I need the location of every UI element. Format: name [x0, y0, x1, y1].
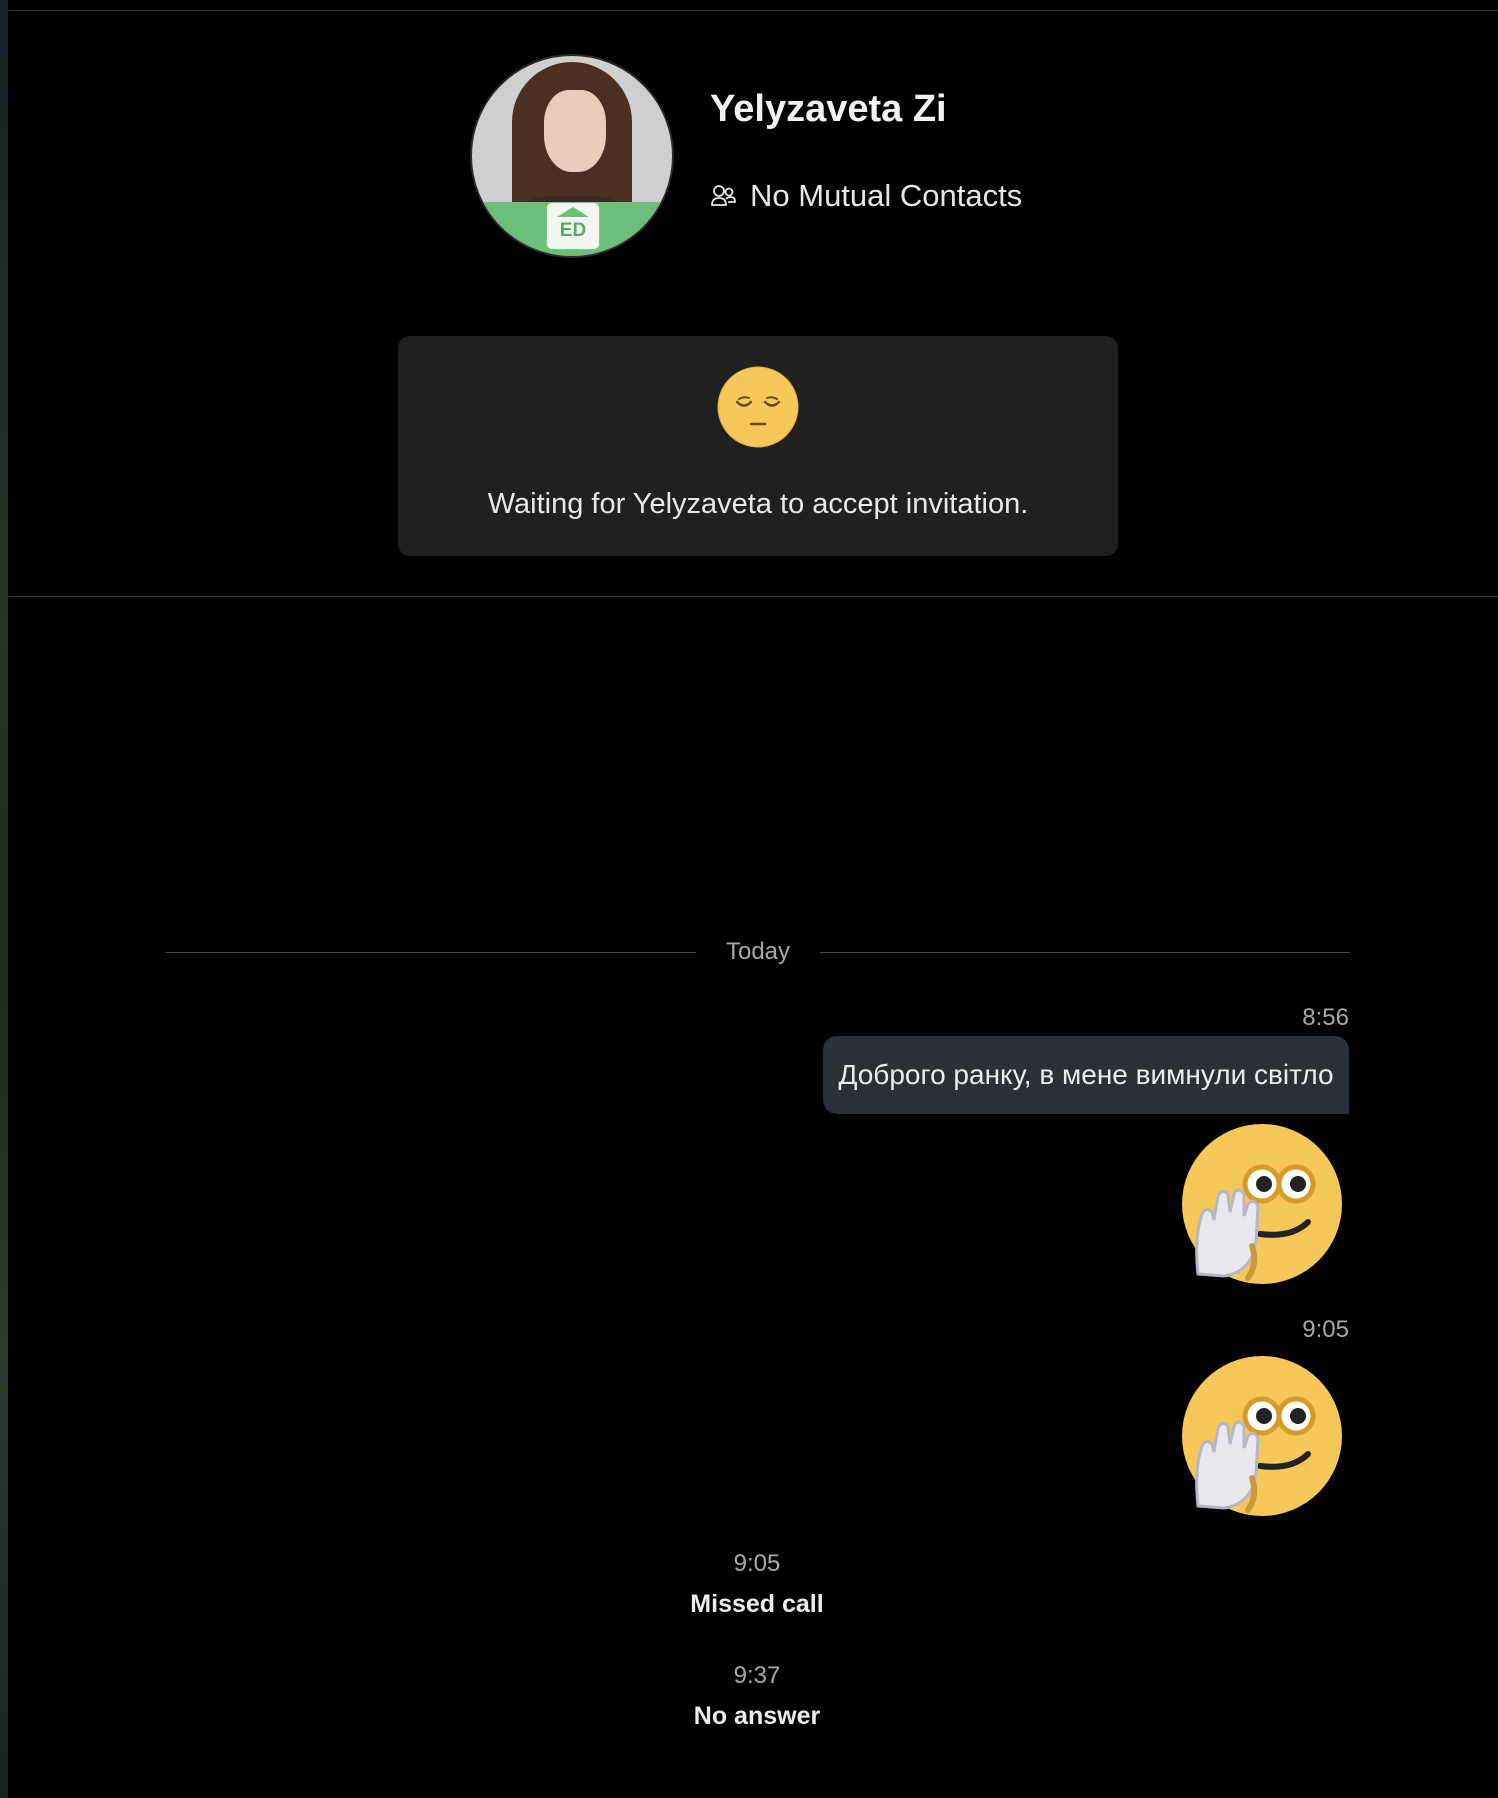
mutual-contacts[interactable]: No Mutual Contacts [710, 176, 1022, 216]
hand-over-mouth-sticker[interactable] [1180, 1354, 1344, 1518]
call-timestamp: 9:05 [733, 1550, 781, 1577]
date-divider-label: Today [725, 938, 791, 965]
people-icon [711, 185, 736, 206]
invitation-card: Waiting for Yelyzaveta to accept invitat… [398, 336, 1118, 556]
avatar-face [544, 90, 606, 172]
badge-roof [557, 207, 589, 217]
contact-name[interactable]: Yelyzaveta Zi [710, 88, 947, 131]
header-divider [8, 596, 1498, 597]
call-timestamp: 9:37 [733, 1662, 781, 1689]
message-bubble[interactable]: Доброго ранку, в мене вимнули світло [823, 1036, 1349, 1114]
date-divider-line-left [166, 952, 696, 953]
message-timestamp: 9:05 [1302, 1316, 1349, 1343]
relieved-face-icon [717, 366, 799, 448]
badge-label: ED [559, 220, 587, 241]
message-timestamp: 8:56 [1302, 1004, 1349, 1031]
org-badge-icon: ED [546, 202, 600, 250]
date-divider-line-right [820, 952, 1350, 953]
invitation-status-text: Waiting for Yelyzaveta to accept invitat… [487, 488, 1029, 520]
contact-avatar[interactable]: ED [470, 54, 674, 258]
mutual-contacts-label: No Mutual Contacts [750, 178, 1023, 213]
top-divider [8, 10, 1498, 11]
window-edge [0, 0, 8, 1798]
call-status: No answer [693, 1702, 821, 1730]
hand-over-mouth-sticker[interactable] [1180, 1122, 1344, 1286]
chat-window: ED Yelyzaveta Zi No Mutual Contacts Wait… [0, 0, 1498, 1798]
call-status: Missed call [690, 1590, 824, 1618]
